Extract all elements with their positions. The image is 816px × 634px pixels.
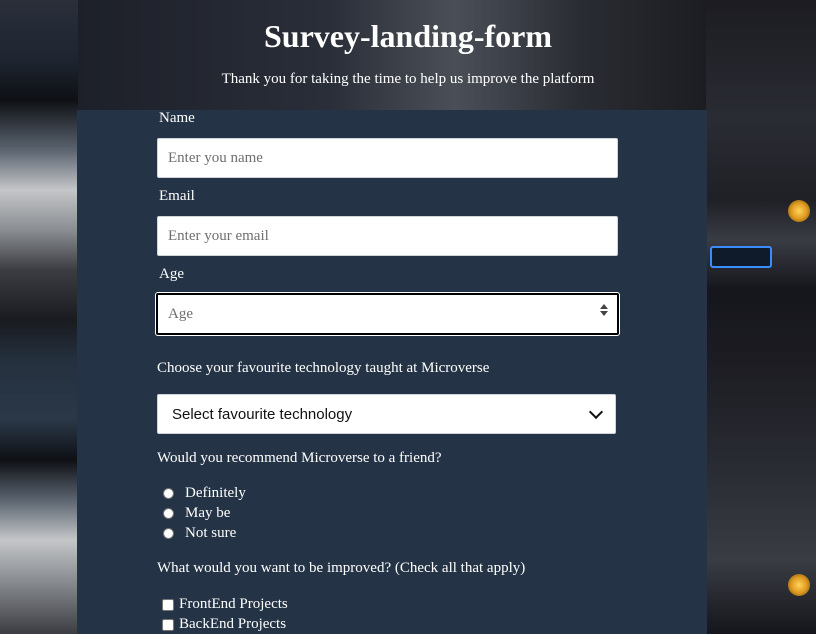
name-label: Name xyxy=(159,110,195,126)
radio-label: Not sure xyxy=(185,525,237,541)
improve-option-backend[interactable]: BackEnd Projects xyxy=(162,616,286,633)
improve-question: What would you want to be improved? (Che… xyxy=(157,560,526,576)
radio-button[interactable] xyxy=(163,508,174,519)
age-label: Age xyxy=(159,266,184,282)
recommend-option-not-sure[interactable]: Not sure xyxy=(163,525,236,542)
radio-label: Definitely xyxy=(185,485,246,501)
radio-label: May be xyxy=(185,505,231,521)
technology-select-value: Select favourite technology xyxy=(172,405,353,423)
lamp-light-icon xyxy=(788,574,810,596)
background-left-strip xyxy=(0,0,78,634)
age-stepper[interactable] xyxy=(599,304,609,320)
email-label: Email xyxy=(159,188,195,204)
email-input[interactable] xyxy=(157,216,618,256)
recommend-question: Would you recommend Microverse to a frie… xyxy=(157,450,442,466)
technology-select[interactable]: Select favourite technology xyxy=(157,394,616,434)
recommend-option-maybe[interactable]: May be xyxy=(163,505,230,522)
radio-button[interactable] xyxy=(163,488,174,499)
improve-option-frontend[interactable]: FrontEnd Projects xyxy=(162,596,288,613)
technology-label: Choose your favourite technology taught … xyxy=(157,360,490,376)
stepper-down-icon[interactable] xyxy=(600,311,608,316)
page-description: Thank you for taking the time to help us… xyxy=(221,71,595,87)
laptop-glow xyxy=(710,246,772,268)
chevron-down-icon xyxy=(588,404,604,420)
lamp-light-icon xyxy=(788,200,810,222)
background-right-strip xyxy=(706,0,816,634)
age-field xyxy=(156,293,619,335)
checkbox-label: BackEnd Projects xyxy=(179,616,287,632)
page-title: Survey-landing-form xyxy=(264,18,552,54)
checkbox-label: FrontEnd Projects xyxy=(179,596,288,612)
name-input[interactable] xyxy=(157,138,618,178)
radio-button[interactable] xyxy=(163,528,174,539)
checkbox[interactable] xyxy=(162,598,174,611)
checkbox[interactable] xyxy=(162,618,174,631)
recommend-option-definitely[interactable]: Definitely xyxy=(163,485,246,502)
stepper-up-icon[interactable] xyxy=(600,304,608,309)
age-input[interactable] xyxy=(156,293,619,335)
page-header: Survey-landing-form Thank you for taking… xyxy=(0,0,816,88)
